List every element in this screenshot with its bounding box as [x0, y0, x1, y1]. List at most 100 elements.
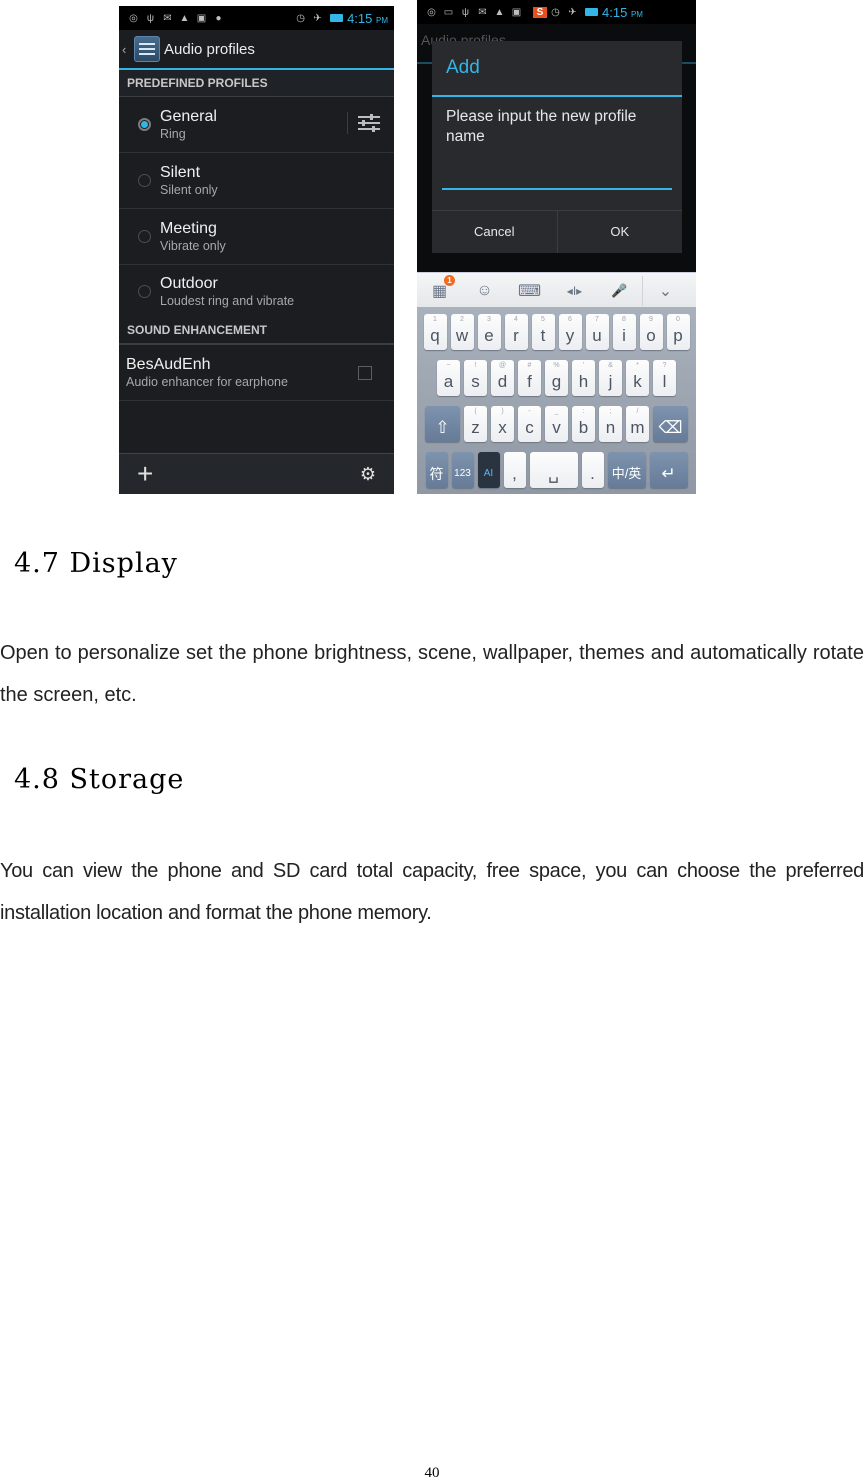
- airplane-icon: ✈: [568, 6, 577, 18]
- alarm-icon: ◷: [551, 6, 560, 18]
- key-v[interactable]: _ v: [545, 406, 568, 442]
- battery-icon: [330, 14, 344, 22]
- status-bar: ◎ ψ ✉ ▲ ▣ ● ◷ ✈ 4:15 PM: [119, 6, 394, 30]
- numbers-key[interactable]: 123: [451, 452, 474, 488]
- key-j[interactable]: & j: [599, 360, 622, 396]
- cancel-button[interactable]: Cancel: [432, 211, 557, 253]
- key-w[interactable]: 2w: [450, 314, 474, 350]
- warning-icon: ▲: [179, 12, 190, 24]
- status-time: 4:15 PM: [602, 4, 643, 20]
- key-p[interactable]: 0p: [666, 314, 690, 350]
- usb-icon: ψ: [461, 6, 470, 18]
- key-u[interactable]: 7u: [585, 314, 609, 350]
- key-s[interactable]: ! s: [464, 360, 487, 396]
- profile-name-input[interactable]: [442, 187, 672, 190]
- key-k[interactable]: * k: [626, 360, 649, 396]
- profile-summary: Ring: [160, 127, 186, 141]
- screen-title: Audio profiles: [164, 40, 255, 58]
- reset-settings-gear-icon[interactable]: ⚙: [360, 464, 376, 485]
- dialog-message: Please input the new profile name: [446, 108, 637, 145]
- key-r[interactable]: 4r: [504, 314, 528, 350]
- key-m[interactable]: / m: [626, 406, 649, 442]
- soft-keyboard: 1q2w3e4r5t6y7u8i9o0p ~ a! s @ d # f% g ' h & j * k? l …: [417, 307, 696, 494]
- enter-key[interactable]: ↵: [649, 452, 688, 488]
- section-heading-storage: 4.8 Storage: [14, 764, 185, 795]
- profile-item-outdoor[interactable]: Outdoor Loudest ring and vibrate: [119, 265, 394, 317]
- warning-icon: ▲: [494, 6, 505, 18]
- key-l[interactable]: ? l: [653, 360, 676, 396]
- shift-key[interactable]: ⇧: [425, 406, 460, 442]
- keyboard-icon: ▭: [443, 6, 454, 18]
- alarm-icon: ◷: [296, 12, 305, 24]
- backspace-key[interactable]: ⌫: [653, 406, 688, 442]
- bottom-action-bar: + ⚙: [119, 453, 394, 494]
- airplane-icon: ✈: [313, 12, 322, 24]
- key-i[interactable]: 8i: [612, 314, 636, 350]
- ai-input-key[interactable]: AI: [477, 452, 500, 488]
- collapse-keyboard-icon[interactable]: ⌄: [643, 281, 688, 301]
- key-h[interactable]: ' h: [572, 360, 595, 396]
- profile-name: Outdoor: [160, 274, 218, 292]
- profile-summary: Loudest ring and vibrate: [160, 293, 295, 308]
- checkbox-unchecked[interactable]: [358, 366, 372, 380]
- key-n[interactable]: ; n: [599, 406, 622, 442]
- keyboard-layout-icon[interactable]: ⌨: [507, 281, 552, 301]
- profile-summary: Silent only: [160, 183, 218, 197]
- android-icon: ●: [215, 12, 222, 24]
- battery-icon: [585, 8, 598, 16]
- message-icon: ▣: [196, 12, 207, 24]
- key-b[interactable]: :b: [572, 406, 595, 442]
- radio-unselected-icon[interactable]: [138, 174, 151, 187]
- gps-icon: ◎: [129, 12, 138, 24]
- enhancement-name: BesAudEnh: [126, 356, 211, 373]
- radio-unselected-icon[interactable]: [138, 284, 151, 298]
- key-e[interactable]: 3e: [477, 314, 501, 350]
- profile-item-general[interactable]: General Ring: [119, 97, 394, 153]
- dialog-title: Add: [432, 41, 682, 97]
- ok-button[interactable]: OK: [556, 211, 683, 253]
- radio-selected-icon[interactable]: [138, 118, 151, 131]
- settings-sliders-icon[interactable]: [347, 112, 380, 134]
- key-g[interactable]: % g: [545, 360, 568, 396]
- key-q[interactable]: 1q: [423, 314, 447, 350]
- enhancement-item-besaudenh[interactable]: BesAudEnh Audio enhancer for earphone: [119, 345, 394, 401]
- add-profile-dialog: Add Please input the new profile name Ca…: [432, 41, 682, 253]
- key-x[interactable]: ) x: [491, 406, 514, 442]
- key-y[interactable]: 6y: [558, 314, 582, 350]
- key-o[interactable]: 9o: [639, 314, 663, 350]
- status-time: 4:15 PM: [347, 10, 388, 26]
- action-bar: ‹ Audio profiles: [119, 30, 394, 70]
- keyboard-toolbar: ▦ 1 ☺ ⌨ ◂I▸ 🎤 ⌄: [417, 272, 696, 308]
- profile-summary: Vibrate only: [160, 239, 226, 253]
- radio-unselected-icon[interactable]: [138, 230, 151, 243]
- cursor-move-icon[interactable]: ◂I▸: [552, 284, 597, 298]
- profile-name: Meeting: [160, 220, 217, 237]
- status-bar: ◎ ▭ ψ ✉ ▲ ▣ S ◷ ✈ 4:15 PM: [417, 0, 696, 24]
- key-d[interactable]: @ d: [491, 360, 514, 396]
- period-key[interactable]: .: [581, 452, 604, 488]
- profile-name: Silent: [160, 164, 201, 181]
- emoji-icon[interactable]: ☺: [462, 282, 507, 300]
- sogou-icon: S: [533, 6, 547, 18]
- add-profile-icon[interactable]: +: [137, 460, 153, 488]
- section-header-enhancement: SOUND ENHANCEMENT: [119, 317, 394, 345]
- profile-item-meeting[interactable]: Meeting Vibrate only: [119, 209, 394, 265]
- back-chevron-icon[interactable]: ‹: [122, 42, 130, 57]
- profile-item-silent[interactable]: Silent Silent only: [119, 153, 394, 209]
- audio-profiles-app-icon[interactable]: [134, 36, 160, 62]
- key-f[interactable]: # f: [518, 360, 541, 396]
- section-heading-display: 4.7 Display: [14, 548, 178, 579]
- symbols-key[interactable]: 符: [425, 452, 448, 488]
- space-key[interactable]: ␣: [529, 452, 578, 488]
- key-a[interactable]: ~ a: [437, 360, 460, 396]
- language-switch-key[interactable]: 中/英: [607, 452, 646, 488]
- key-z[interactable]: (z: [464, 406, 487, 442]
- microphone-icon[interactable]: 🎤: [597, 283, 642, 299]
- gps-icon: ◎: [427, 6, 436, 18]
- key-c[interactable]: -c: [518, 406, 541, 442]
- apps-grid-icon[interactable]: ▦ 1: [417, 274, 462, 301]
- key-t[interactable]: 5t: [531, 314, 555, 350]
- notification-badge: 1: [444, 274, 455, 286]
- comma-key[interactable]: ,: [503, 452, 526, 488]
- profile-name: General: [160, 108, 217, 125]
